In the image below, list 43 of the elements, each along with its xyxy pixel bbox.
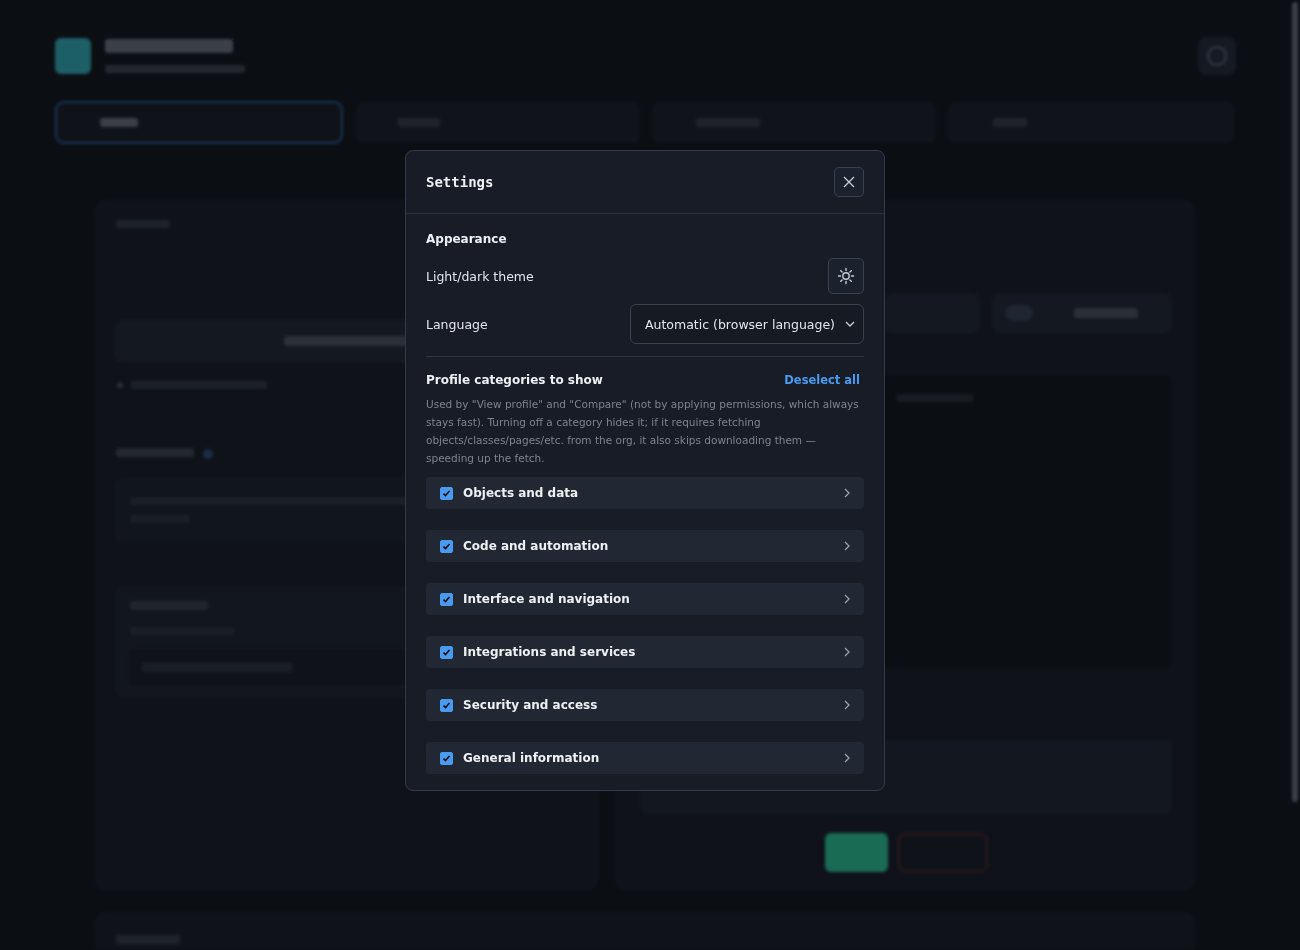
section-heading: Appearance [426, 232, 508, 246]
chevron-right-icon [844, 488, 850, 498]
category-row[interactable]: Security and access [426, 689, 864, 721]
category-row[interactable]: Interface and navigation [426, 583, 864, 615]
description-text: Used by "View profile" and "Compare" (not by applying permissions, which always stays fast). Turning off a category hides it; if it requires fetching objects/classes/pages/etc. from the org, it also skips downloading them — speeding up the fetch. [426, 397, 860, 466]
chevron-right-icon [844, 647, 850, 657]
chevron-right-icon [844, 594, 850, 604]
check-icon [442, 647, 451, 657]
sun-icon [837, 267, 855, 285]
checkbox[interactable] [440, 486, 453, 500]
section-heading: Profile categories to show [426, 373, 603, 387]
category-label: Security and access [463, 698, 599, 712]
deselect-all-link[interactable]: Deselect all [784, 373, 860, 387]
close-button[interactable] [834, 167, 864, 197]
checkbox[interactable] [440, 592, 453, 606]
close-icon [843, 176, 855, 188]
checkbox[interactable] [440, 539, 453, 553]
category-row[interactable]: Integrations and services [426, 636, 864, 668]
dialog-title: Settings [426, 174, 494, 190]
category-label: Interface and navigation [463, 592, 631, 606]
check-icon [442, 753, 451, 763]
category-row[interactable]: Code and automation [426, 530, 864, 562]
category-label: Code and automation [463, 539, 610, 553]
checkbox[interactable] [440, 645, 453, 659]
setting-label: Language [426, 316, 488, 332]
category-label: Objects and data [463, 486, 580, 500]
language-dropdown[interactable]: Automatic (browser language) [630, 304, 864, 344]
check-icon [442, 700, 451, 710]
checkbox[interactable] [440, 698, 453, 712]
check-icon [442, 594, 451, 604]
chevron-right-icon [844, 541, 850, 551]
chevron-right-icon [844, 753, 850, 763]
theme-toggle-button[interactable] [828, 258, 864, 294]
checkbox[interactable] [440, 751, 453, 765]
check-icon [442, 541, 451, 551]
chevron-down-icon [845, 321, 855, 327]
chevron-right-icon [844, 700, 850, 710]
check-icon [442, 488, 451, 498]
category-label: General information [463, 751, 601, 765]
category-label: Integrations and services [463, 645, 637, 659]
setting-label: Light/dark theme [426, 268, 534, 284]
category-row[interactable]: General information [426, 742, 864, 774]
category-row[interactable]: Objects and data [426, 477, 864, 509]
